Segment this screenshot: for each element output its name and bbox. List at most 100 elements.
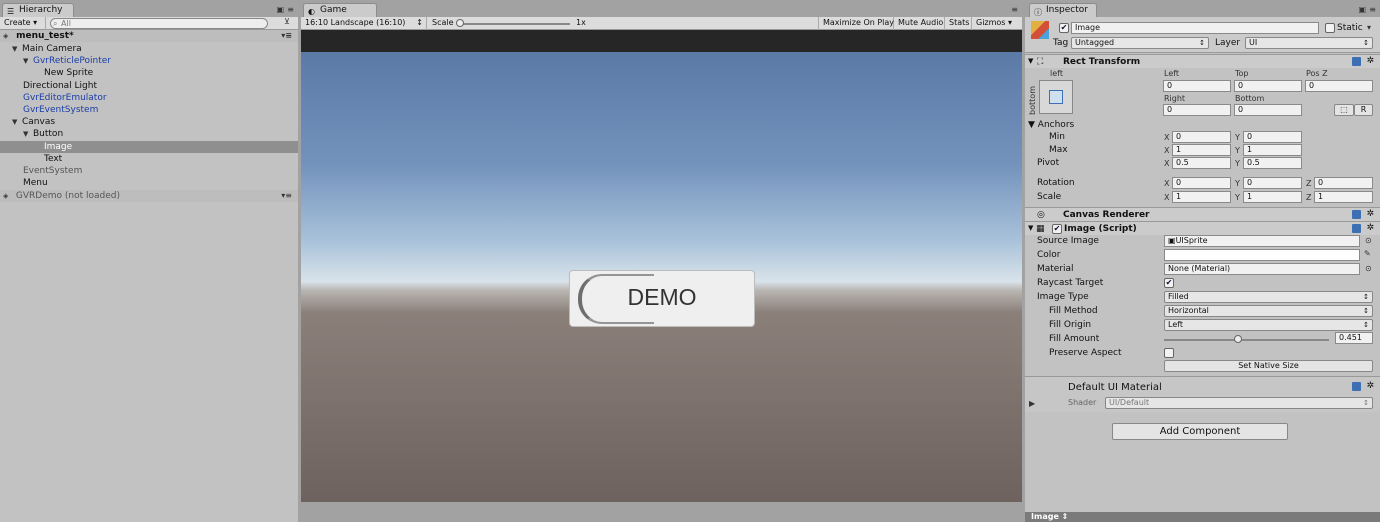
pivot-y-field[interactable]: 0.5	[1243, 157, 1302, 169]
tab-inspector[interactable]: ⓘ Inspector	[1029, 3, 1097, 17]
list-item[interactable]: ▼ GvrReticlePointer	[0, 55, 298, 67]
object-picker-icon[interactable]: ⊙	[1365, 264, 1372, 273]
material-field[interactable]: None (Material)	[1164, 263, 1360, 275]
rect-transform-header[interactable]: ▼ ⛶ Rect Transform ✲	[1025, 54, 1380, 68]
right-field[interactable]: 0	[1163, 104, 1231, 116]
list-item[interactable]: New Sprite	[0, 67, 298, 79]
help-book-icon[interactable]	[1352, 382, 1361, 391]
fill-amount-slider[interactable]	[1164, 335, 1329, 343]
preview-bar[interactable]: Image ⇕	[1025, 512, 1380, 522]
object-picker-icon[interactable]: ⊙	[1365, 236, 1372, 245]
scene-menu-icon[interactable]: ▾≡	[281, 30, 292, 42]
mute-audio-toggle[interactable]: Mute Audio	[894, 17, 945, 30]
fill-amount-slider-knob[interactable]	[1234, 335, 1243, 343]
image-type-dropdown[interactable]: Filled	[1164, 291, 1373, 303]
lock-icon[interactable]: ▣	[276, 5, 284, 14]
expand-arrow-icon[interactable]: ▼	[23, 128, 33, 140]
expand-arrow-icon[interactable]: ▼	[12, 116, 22, 128]
static-dropdown-arrow-icon[interactable]: ▾	[1367, 23, 1371, 32]
bottom-field[interactable]: 0	[1234, 104, 1302, 116]
help-book-icon[interactable]	[1352, 224, 1361, 233]
scene-menu-icon[interactable]: ▾≡	[281, 190, 292, 202]
static-checkbox[interactable]	[1325, 23, 1335, 33]
scene-row-unloaded[interactable]: ◈ GVRDemo (not loaded) ▾≡	[0, 190, 298, 202]
anchors-foldout[interactable]: ▼ Anchors	[1028, 120, 1074, 130]
gear-icon[interactable]: ✲	[1366, 223, 1374, 233]
lock-icon[interactable]: ▣	[1358, 5, 1366, 14]
gear-icon[interactable]: ✲	[1366, 56, 1374, 66]
rotation-y-field[interactable]: 0	[1243, 177, 1302, 189]
expand-arrow-icon[interactable]: ▶	[1029, 399, 1035, 408]
source-image-field[interactable]: ▣UISprite	[1164, 235, 1360, 247]
fill-origin-dropdown[interactable]: Left	[1164, 319, 1373, 331]
list-item[interactable]: Directional Light	[0, 80, 298, 92]
stats-toggle[interactable]: Stats	[945, 17, 972, 30]
scale-x-field[interactable]: 1	[1172, 191, 1231, 203]
shader-dropdown[interactable]: UI/Default	[1105, 397, 1373, 409]
list-item[interactable]: Menu	[0, 177, 298, 189]
list-item[interactable]: ▼ Canvas	[0, 116, 298, 128]
scale-slider-knob[interactable]	[456, 19, 464, 27]
list-item[interactable]: ▼ Main Camera	[0, 43, 298, 55]
image-enabled-checkbox[interactable]: ✔	[1052, 224, 1062, 234]
fill-amount-field[interactable]: 0.451	[1335, 332, 1373, 344]
maximize-on-play-toggle[interactable]: Maximize On Play	[818, 17, 894, 30]
rotation-x-field[interactable]: 0	[1172, 177, 1231, 189]
list-item[interactable]: EventSystem	[0, 165, 298, 177]
demo-button[interactable]: DEMO	[569, 270, 755, 327]
posz-field[interactable]: 0	[1305, 80, 1373, 92]
scale-y-field[interactable]: 1	[1243, 191, 1302, 203]
list-item-selected[interactable]: Image	[0, 141, 298, 153]
blueprint-mode-button[interactable]: ⬚	[1334, 104, 1354, 116]
hierarchy-search-input[interactable]: ⌕ All	[50, 18, 268, 29]
anchor-max-y-field[interactable]: 1	[1243, 144, 1302, 156]
canvas-renderer-header[interactable]: ◎ Canvas Renderer ✲	[1025, 207, 1380, 221]
list-item[interactable]: GvrEditorEmulator	[0, 92, 298, 104]
object-name-field[interactable]: Image	[1071, 22, 1319, 34]
expand-arrow-icon[interactable]: ▼	[12, 43, 22, 55]
add-component-button[interactable]: Add Component	[1112, 423, 1288, 440]
scene-row[interactable]: ◈ menu_test* ▾≡	[0, 30, 298, 42]
collapse-arrow-icon[interactable]: ▼	[1028, 57, 1033, 65]
scale-slider[interactable]	[456, 19, 570, 27]
tag-dropdown[interactable]: Untagged	[1071, 37, 1209, 49]
gear-icon[interactable]: ✲	[1366, 209, 1374, 219]
left-field[interactable]: 0	[1163, 80, 1231, 92]
raycast-target-checkbox[interactable]: ✔	[1164, 278, 1174, 288]
pivot-x-field[interactable]: 0.5	[1172, 157, 1231, 169]
preserve-aspect-checkbox[interactable]	[1164, 348, 1174, 358]
collapse-arrow-icon[interactable]: ▼	[1028, 224, 1033, 232]
tab-menu-icon[interactable]: ≡	[287, 5, 294, 14]
help-book-icon[interactable]	[1352, 57, 1361, 66]
anchor-min-x-field[interactable]: 0	[1172, 131, 1231, 143]
help-book-icon[interactable]	[1352, 210, 1361, 219]
rotation-z-field[interactable]: 0	[1314, 177, 1373, 189]
set-native-size-button[interactable]: Set Native Size	[1164, 360, 1373, 372]
anchor-max-x-field[interactable]: 1	[1172, 144, 1231, 156]
gear-icon[interactable]: ✲	[1366, 381, 1374, 391]
raw-edit-button[interactable]: R	[1354, 104, 1373, 116]
scale-z-field[interactable]: 1	[1314, 191, 1373, 203]
aspect-dropdown[interactable]: 16:10 Landscape (16:10) ↕	[301, 17, 427, 30]
tab-game[interactable]: ◐ Game	[303, 3, 377, 17]
anchor-presets-button[interactable]	[1039, 80, 1073, 114]
image-script-header[interactable]: ▼ ▦ ✔ Image (Script) ✲	[1025, 221, 1380, 235]
eyedropper-icon[interactable]: ✎	[1364, 249, 1371, 258]
list-item[interactable]: Text	[0, 153, 298, 165]
tab-menu-icon[interactable]: ≡	[1369, 5, 1376, 14]
color-field[interactable]	[1164, 249, 1360, 261]
filter-icon[interactable]: ⊻	[284, 17, 290, 26]
game-viewport[interactable]: DEMO	[301, 30, 1022, 502]
active-checkbox[interactable]: ✔	[1059, 23, 1069, 33]
create-dropdown[interactable]: Create ▾	[0, 17, 46, 30]
layer-dropdown[interactable]: UI	[1245, 37, 1373, 49]
list-item[interactable]: ▼ Button	[0, 128, 298, 140]
gizmos-dropdown[interactable]: Gizmos ▾	[972, 17, 1022, 30]
expand-arrow-icon[interactable]: ▼	[23, 55, 33, 67]
tab-menu-icon[interactable]: ≡	[1011, 5, 1018, 14]
tab-hierarchy[interactable]: ☰ Hierarchy	[2, 3, 74, 17]
fill-method-dropdown[interactable]: Horizontal	[1164, 305, 1373, 317]
anchor-min-y-field[interactable]: 0	[1243, 131, 1302, 143]
list-item[interactable]: GvrEventSystem	[0, 104, 298, 116]
top-field[interactable]: 0	[1234, 80, 1302, 92]
